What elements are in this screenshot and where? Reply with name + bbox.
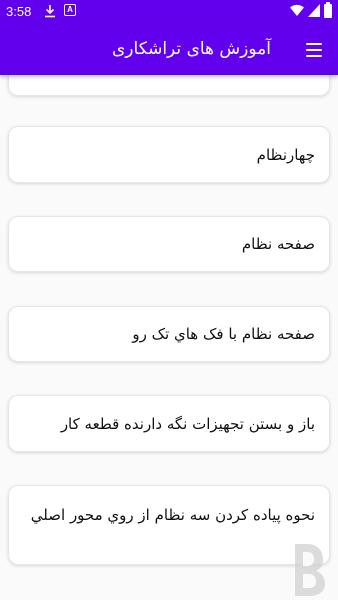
app-bar: آموزش های تراشکاری xyxy=(0,24,338,75)
a-badge-icon: A xyxy=(64,4,76,16)
battery-icon xyxy=(324,2,332,18)
list-item-label: باز و بستن تجهيزات نگه دارنده قطعه کار xyxy=(60,414,315,433)
status-bar: 3:58 A xyxy=(0,0,338,24)
list-item[interactable]: باز و بستن تجهيزات نگه دارنده قطعه کار xyxy=(8,395,330,452)
list-item-label: چهارنظام xyxy=(256,145,315,164)
list-item-label: صفحه نظام xyxy=(241,235,315,253)
app-title: آموزش های تراشکاری xyxy=(112,39,271,59)
list-item-partial[interactable] xyxy=(8,75,330,96)
list-item-label: نحوه پياده کردن سه نظام از روي محور اصلي xyxy=(30,506,315,524)
download-icon xyxy=(45,5,55,18)
lesson-list[interactable]: چهارنظام صفحه نظام صفحه نظام با فک هاي ت… xyxy=(0,75,338,600)
list-item[interactable]: صفحه نظام xyxy=(8,216,330,272)
wifi-icon xyxy=(290,4,304,16)
signal-icon xyxy=(308,4,320,17)
hamburger-menu-icon[interactable] xyxy=(302,39,326,61)
status-time: 3:58 xyxy=(6,4,32,19)
bazaar-logo-icon xyxy=(295,544,325,596)
list-item[interactable]: صفحه نظام با فک هاي تک رو xyxy=(8,306,330,362)
list-item[interactable]: چهارنظام xyxy=(8,126,330,183)
list-item-label: صفحه نظام با فک هاي تک رو xyxy=(132,325,315,343)
list-item[interactable]: نحوه پياده کردن سه نظام از روي محور اصلي xyxy=(8,485,330,565)
